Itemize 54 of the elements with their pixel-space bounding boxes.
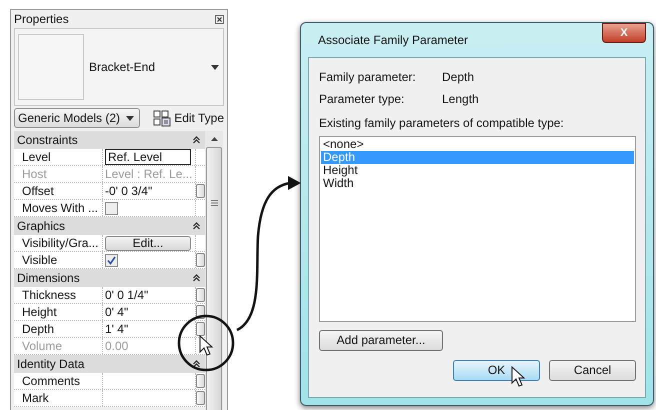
type-name: Bracket-End — [89, 60, 156, 74]
ok-button[interactable]: OK — [453, 360, 540, 381]
list-label: Existing family parameters of compatible type: — [319, 116, 565, 130]
property-name: Visible — [14, 252, 103, 268]
checkbox[interactable] — [105, 202, 118, 214]
type-properties-icon — [153, 110, 172, 126]
caret-icon — [126, 116, 134, 120]
cursor-icon — [512, 366, 526, 387]
property-value: Level : Ref. Le... — [105, 167, 192, 181]
property-name: Depth — [14, 321, 103, 337]
field-value: Depth — [442, 70, 474, 84]
section-header[interactable]: Constraints — [14, 131, 205, 149]
scroll-up-icon — [210, 137, 218, 141]
property-value: -0' 0 3/4" — [105, 184, 152, 198]
property-value: 0' 0 1/4" — [105, 288, 148, 302]
property-name: Thickness — [14, 287, 103, 303]
property-name: Height — [14, 304, 103, 320]
edit-type-button[interactable]: Edit Type — [153, 110, 224, 126]
field-label: Parameter type: — [319, 92, 406, 106]
property-name: Level — [14, 149, 103, 165]
property-value: 0' 4" — [105, 305, 128, 319]
category-dropdown[interactable]: Generic Models (2) — [14, 108, 140, 128]
add-parameter-button[interactable]: Add parameter... — [319, 330, 443, 351]
close-icon[interactable] — [215, 14, 224, 24]
section-header[interactable]: Identity Data — [14, 355, 205, 373]
scrollbar[interactable] — [205, 131, 223, 410]
property-name: Visibility/Gra... — [14, 235, 103, 251]
section-header[interactable]: Graphics — [14, 217, 205, 235]
list-item[interactable]: Width — [321, 177, 634, 190]
type-selector[interactable]: Bracket-End — [14, 28, 224, 106]
cancel-button[interactable]: Cancel — [549, 360, 636, 381]
property-name: Volume — [14, 338, 103, 354]
property-value: 1' 4" — [105, 322, 128, 336]
parameter-list[interactable]: <none> Depth Height Width — [319, 136, 636, 322]
property-name: Host — [14, 166, 103, 182]
list-item[interactable]: Height — [321, 164, 634, 177]
panel-title: Properties — [14, 12, 69, 26]
list-item[interactable]: <none> — [321, 138, 634, 151]
preview-thumbnail — [18, 34, 84, 100]
scrollbar-thumb[interactable] — [206, 147, 222, 410]
value-field[interactable]: Ref. Level — [105, 149, 191, 165]
checkbox[interactable] — [105, 254, 118, 266]
property-name: Mark — [14, 390, 103, 406]
property-name: Offset — [14, 183, 103, 199]
field-value: Length — [442, 92, 479, 106]
edit-button[interactable]: Edit... — [105, 236, 191, 250]
field-label: Family parameter: — [319, 70, 417, 84]
dialog-title: Associate Family Parameter — [318, 33, 468, 47]
highlight-circle — [178, 314, 234, 372]
property-name: Moves With ... — [14, 200, 103, 216]
property-value: 0.00 — [105, 339, 128, 353]
section-header[interactable]: Dimensions — [14, 269, 205, 287]
property-name: Comments — [14, 373, 103, 389]
caret-icon — [211, 64, 219, 70]
